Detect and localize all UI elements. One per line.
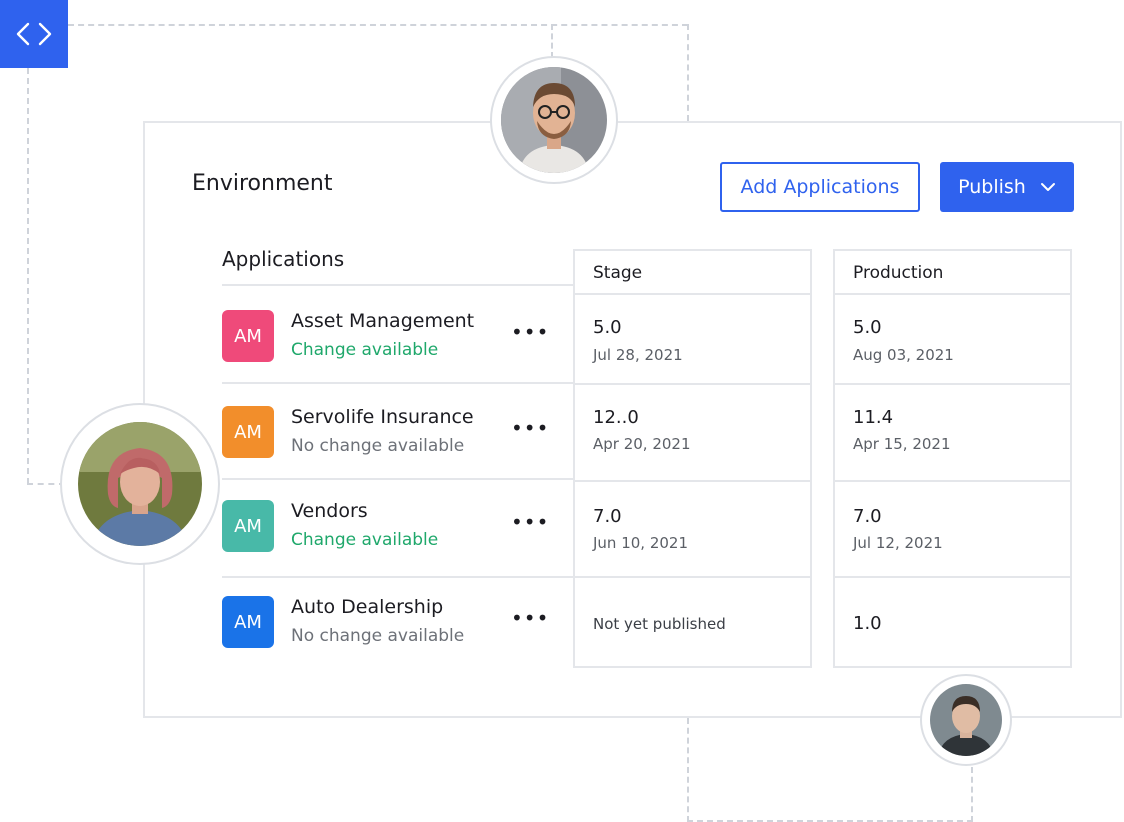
app-status: Change available [291, 530, 439, 550]
app-avatar: AM [222, 310, 274, 362]
stage-column: Stage 5.0 Jul 28, 2021 12..0 Apr 20, 202… [573, 249, 812, 668]
production-version: 5.0 [853, 317, 882, 338]
app-name: Vendors [291, 500, 368, 522]
app-status: No change available [291, 626, 465, 646]
page-title: Environment [192, 171, 333, 196]
production-header: Production [853, 263, 944, 283]
production-version: 7.0 [853, 506, 882, 527]
application-row[interactable]: AM Asset Management Change available ••• [222, 310, 552, 362]
column-divider [835, 293, 1070, 295]
chevron-down-icon [1040, 183, 1055, 191]
user-avatar-left [60, 403, 220, 565]
person-icon [501, 67, 607, 173]
app-avatar: AM [222, 500, 274, 552]
stage-version: 5.0 [593, 317, 622, 338]
column-divider [575, 383, 810, 385]
applications-header: Applications [222, 247, 345, 271]
application-row[interactable]: AM Servolife Insurance No change availab… [222, 406, 552, 458]
app-avatar: AM [222, 406, 274, 458]
more-options-icon[interactable]: ••• [511, 320, 549, 344]
app-name: Asset Management [291, 310, 475, 332]
stage-date: Jul 28, 2021 [593, 346, 683, 364]
production-date: Apr 15, 2021 [853, 435, 951, 453]
more-options-icon[interactable]: ••• [511, 416, 549, 440]
publish-button-label: Publish [958, 176, 1026, 198]
stage-date: Apr 20, 2021 [593, 435, 691, 453]
connector-line-top-right [687, 24, 689, 121]
publish-button[interactable]: Publish [940, 162, 1074, 212]
production-version: 11.4 [853, 407, 894, 428]
applications-header-divider [222, 284, 574, 286]
connector-line-top [68, 24, 688, 26]
application-row[interactable]: AM Auto Dealership No change available •… [222, 596, 552, 648]
production-column: Production 5.0 Aug 03, 2021 11.4 Apr 15,… [833, 249, 1072, 668]
person-icon [78, 422, 202, 546]
column-divider [575, 480, 810, 482]
app-name: Servolife Insurance [291, 406, 474, 428]
stage-version: 12..0 [593, 407, 639, 428]
stage-status: Not yet published [593, 615, 726, 633]
column-divider [575, 576, 810, 578]
connector-line-mid [551, 24, 553, 58]
column-divider [835, 383, 1070, 385]
user-avatar-top [490, 56, 618, 184]
connector-line-left [27, 68, 29, 484]
stage-version: 7.0 [593, 506, 622, 527]
production-version: 1.0 [853, 613, 882, 634]
stage-date: Jun 10, 2021 [593, 534, 689, 552]
column-divider [575, 293, 810, 295]
add-applications-button[interactable]: Add Applications [720, 162, 920, 212]
code-brackets-icon [16, 22, 52, 46]
person-icon [930, 684, 1002, 756]
production-date: Jul 12, 2021 [853, 534, 943, 552]
row-divider [222, 576, 574, 578]
code-badge [0, 0, 68, 68]
more-options-icon[interactable]: ••• [511, 606, 549, 630]
more-options-icon[interactable]: ••• [511, 510, 549, 534]
user-avatar-bottom [920, 674, 1012, 766]
column-divider [835, 480, 1070, 482]
production-date: Aug 03, 2021 [853, 346, 954, 364]
column-divider [835, 576, 1070, 578]
stage-header: Stage [593, 263, 643, 283]
row-divider [222, 478, 574, 480]
app-status: No change available [291, 436, 465, 456]
app-name: Auto Dealership [291, 596, 444, 618]
row-divider [222, 382, 574, 384]
app-avatar: AM [222, 596, 274, 648]
app-status: Change available [291, 340, 439, 360]
application-row[interactable]: AM Vendors Change available ••• [222, 500, 552, 552]
